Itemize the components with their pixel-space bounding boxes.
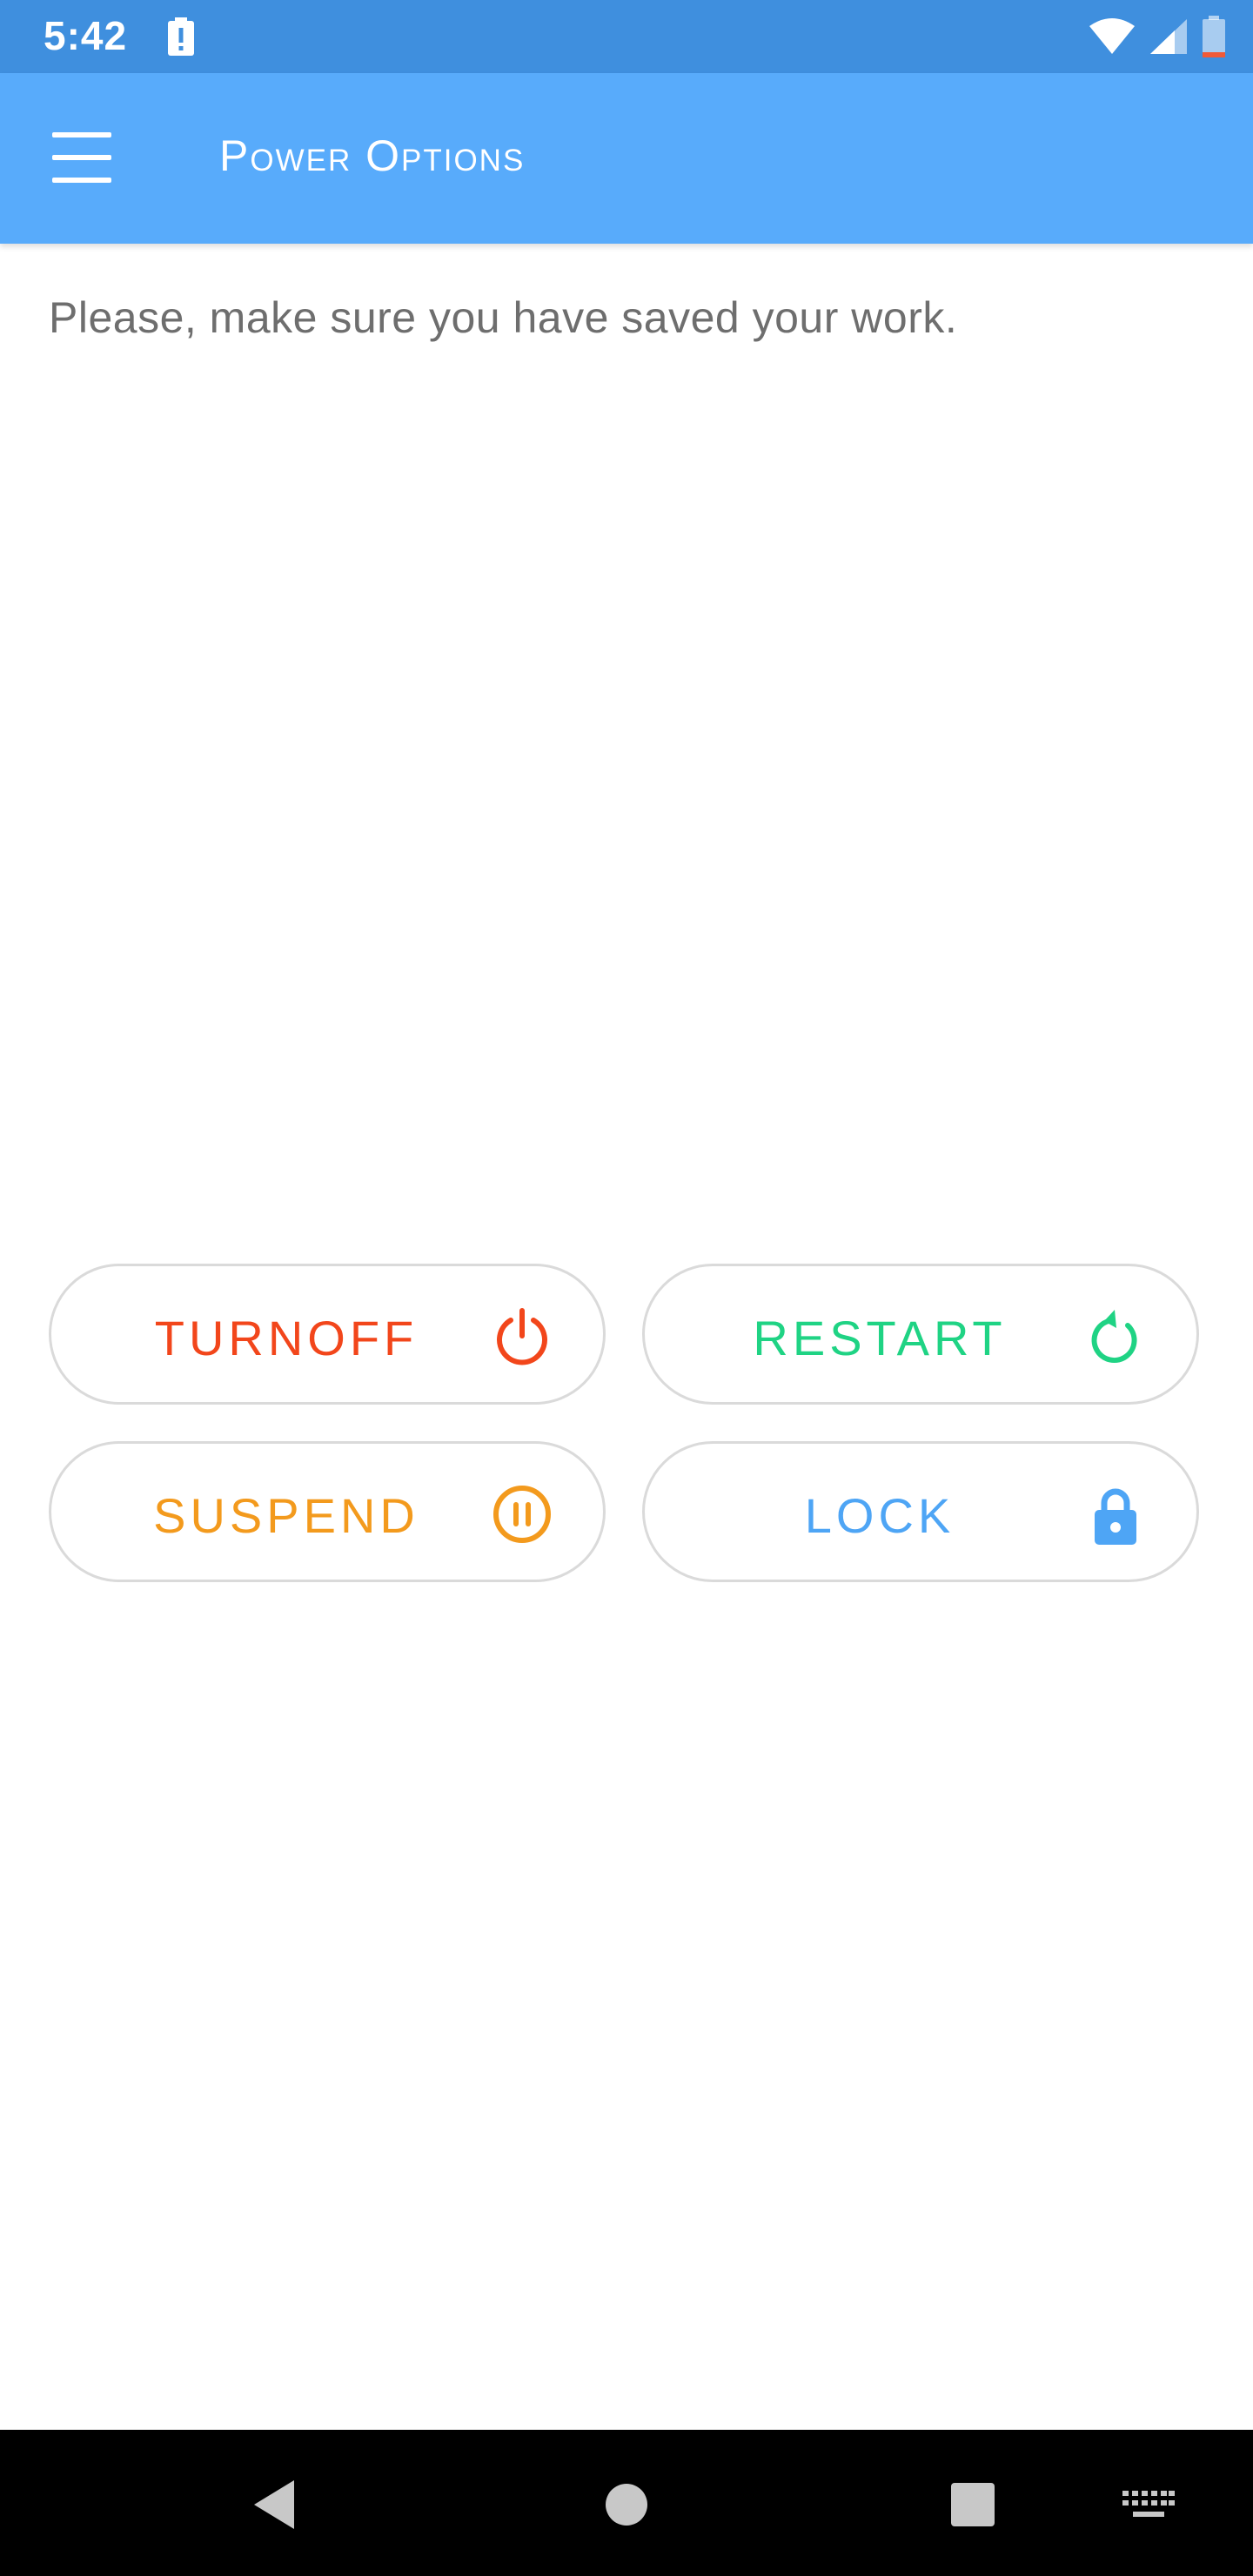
menu-icon-line (52, 132, 111, 138)
wifi-icon (1089, 18, 1135, 54)
system-nav-bar (0, 2430, 1253, 2576)
recents-icon[interactable] (950, 2482, 995, 2527)
lock-label: LOCK (804, 1488, 955, 1543)
suspend-label: SUSPEND (153, 1488, 419, 1543)
restart-button[interactable]: RESTART (642, 1264, 1199, 1405)
menu-icon-line (52, 178, 111, 183)
app-bar: Power Options (0, 73, 1253, 244)
power-icon (497, 1308, 547, 1365)
restart-label: RESTART (753, 1311, 1007, 1365)
back-icon[interactable] (251, 2479, 298, 2531)
restart-icon (1091, 1310, 1137, 1364)
battery-icon (1203, 16, 1225, 57)
status-bar: 5:42 (0, 0, 1253, 73)
turnoff-label: TURNOFF (154, 1311, 419, 1365)
turnoff-button[interactable]: TURNOFF (49, 1264, 606, 1405)
signal-icon (1150, 19, 1187, 54)
power-options-screen: 5:42 Power Options Please, make sure you… (0, 0, 1253, 2576)
pause-icon (493, 1486, 551, 1543)
home-icon[interactable] (604, 2482, 649, 2527)
page-title: Power Options (219, 131, 526, 180)
status-time: 5:42 (44, 13, 128, 58)
status-icons (1088, 16, 1227, 57)
lock-button[interactable]: LOCK (642, 1441, 1199, 1582)
menu-icon-line (52, 155, 111, 160)
lock-icon (1095, 1488, 1136, 1545)
suspend-button[interactable]: SUSPEND (49, 1441, 606, 1582)
alert-notification-icon (168, 17, 194, 56)
save-work-message: Please, make sure you have saved your wo… (49, 293, 958, 342)
keyboard-icon[interactable] (1122, 2491, 1175, 2520)
menu-button[interactable] (52, 132, 111, 183)
